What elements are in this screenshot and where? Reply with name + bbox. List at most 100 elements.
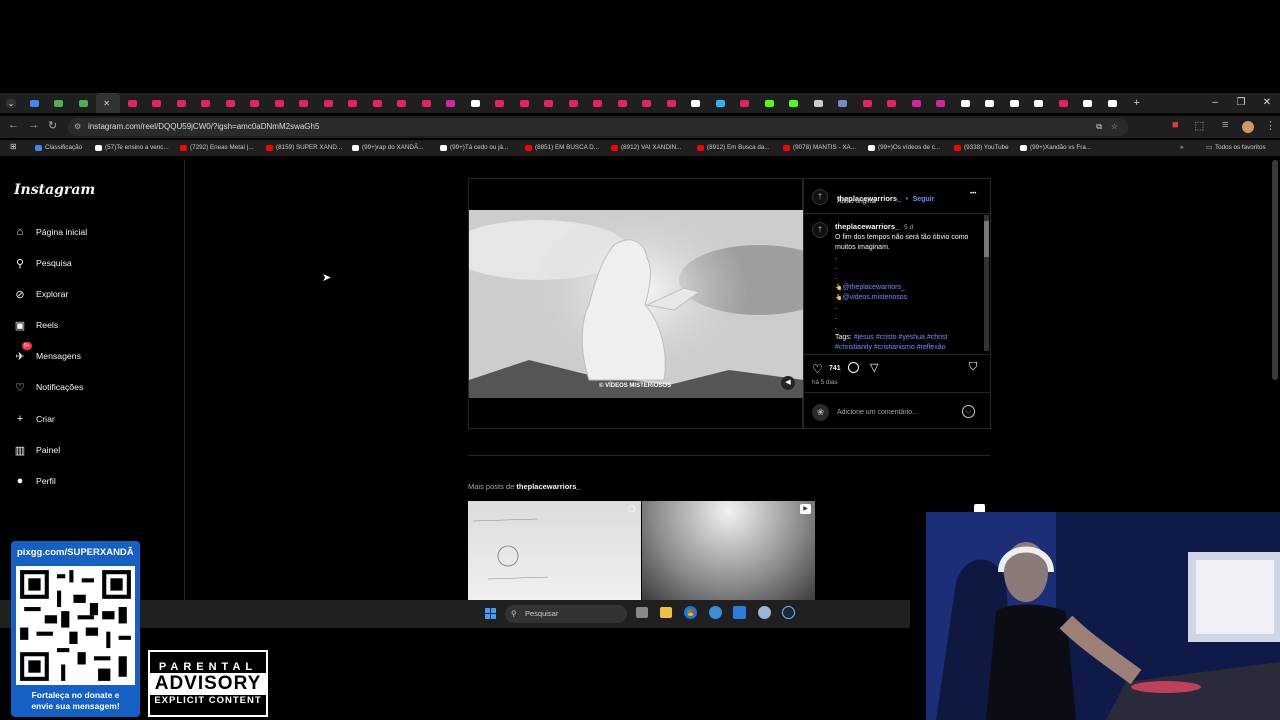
reel-video[interactable]: © VÍDEOS MISTERIOSOS ◀	[469, 210, 804, 398]
nav-item-heart[interactable]: ♡ Notificações	[13, 378, 83, 396]
apps-icon[interactable]: ⊞	[10, 142, 17, 151]
browser-tab[interactable]	[316, 93, 341, 113]
browser-tab[interactable]	[1051, 93, 1076, 113]
browser-tab[interactable]	[47, 93, 72, 113]
nav-item-avatar[interactable]: ● Perfil	[13, 472, 56, 490]
browser-tab[interactable]	[488, 93, 513, 113]
browser-tab[interactable]	[659, 93, 684, 113]
more-bookmarks-icon[interactable]: »	[1180, 144, 1184, 151]
app-icon[interactable]	[709, 606, 722, 619]
bookmark-item[interactable]: (99+)rap do XANDÃ...	[352, 144, 423, 151]
browser-tab[interactable]	[978, 93, 1003, 113]
browser-tab[interactable]	[635, 93, 660, 113]
browser-tab[interactable]	[880, 93, 905, 113]
more-posts-username[interactable]: theplacewarriors_	[516, 482, 580, 491]
more-options-icon[interactable]: •••	[970, 191, 976, 197]
browser-tab[interactable]	[610, 93, 635, 113]
bookmark-item[interactable]: (99+)Xandão vs Fra...	[1020, 144, 1091, 151]
bookmark-item[interactable]: Classificação	[35, 144, 82, 151]
browser-tab[interactable]	[292, 93, 317, 113]
caption-avatar[interactable]: †	[812, 222, 828, 238]
browser-tab[interactable]	[194, 93, 219, 113]
browser-tab[interactable]	[904, 93, 929, 113]
nav-item-messenger[interactable]: ✈ Mensagens 9+	[13, 342, 81, 365]
mention-link[interactable]: @videos.misteriosos	[842, 294, 907, 301]
bookmark-item[interactable]: (7292) Eneas Metal |...	[180, 144, 254, 151]
extensions-icon[interactable]: ⬚	[1194, 119, 1204, 132]
close-window-button[interactable]: ✕	[1254, 93, 1280, 113]
media-icon[interactable]: ≡	[1222, 119, 1228, 131]
minimize-button[interactable]: –	[1202, 93, 1228, 113]
browser-tab[interactable]	[169, 93, 194, 113]
bookmark-item[interactable]: (9338) YouTube	[954, 144, 1009, 151]
steam-icon[interactable]	[782, 606, 795, 619]
nav-item-home[interactable]: ⌂ Página inicial	[13, 223, 88, 241]
browser-tab[interactable]	[1076, 93, 1101, 113]
browser-tab[interactable]	[782, 93, 807, 113]
save-icon[interactable]: ⛉	[969, 361, 977, 374]
nav-item-compass[interactable]: ⊘ Explorar	[13, 285, 68, 303]
scrollbar-thumb[interactable]	[984, 221, 989, 257]
browser-tab[interactable]	[243, 93, 268, 113]
browser-tab[interactable]	[120, 93, 145, 113]
caption-username[interactable]: theplacewarriors_	[835, 222, 899, 231]
nav-item-search[interactable]: ⚲ Pesquisa	[13, 254, 72, 272]
site-info-icon[interactable]: ⚙	[74, 118, 81, 136]
browser-tab[interactable]	[439, 93, 464, 113]
settings-icon[interactable]	[758, 606, 771, 619]
post-thumbnail[interactable]: ▶	[642, 501, 815, 601]
all-bookmarks[interactable]: ▭ Todos os favoritos	[1206, 144, 1266, 151]
taskbar-search[interactable]: ⚲ Pesquisar	[505, 605, 627, 623]
browser-tab[interactable]	[145, 93, 170, 113]
app-icon[interactable]	[733, 606, 746, 619]
hashtags[interactable]: #jesus #cristo #yeshua #christ #christia…	[835, 334, 947, 351]
bookmark-star-icon[interactable]: ☆	[1111, 118, 1118, 136]
caption-scrollbar[interactable]	[984, 215, 989, 351]
emoji-icon[interactable]: ◡	[962, 405, 975, 418]
browser-tab[interactable]	[1027, 93, 1052, 113]
browser-tab[interactable]	[806, 93, 831, 113]
bookmark-item[interactable]: (99+)Tá cedo ou já...	[440, 144, 508, 151]
task-view-icon[interactable]	[636, 607, 648, 618]
new-tab-button[interactable]: +	[1125, 93, 1150, 113]
browser-tab[interactable]	[855, 93, 880, 113]
browser-tab[interactable]: ✕	[95, 93, 120, 113]
like-icon[interactable]: ♡	[812, 362, 823, 376]
like-count[interactable]: 741	[829, 365, 841, 372]
comment-input[interactable]: Adicione um comentário...	[837, 409, 918, 416]
browser-tab[interactable]	[267, 93, 292, 113]
browser-tab[interactable]	[757, 93, 782, 113]
browser-tab[interactable]	[71, 93, 96, 113]
bookmark-item[interactable]: (9078) MANTIS - XA...	[783, 144, 856, 151]
mention-link[interactable]: @theplacewarriors_	[842, 284, 904, 291]
author-avatar[interactable]: †	[812, 189, 828, 205]
extension-icon[interactable]: ■	[1172, 119, 1179, 131]
profile-avatar[interactable]	[1242, 121, 1254, 133]
nav-item-chart[interactable]: ▥ Painel	[13, 441, 60, 459]
bookmark-item[interactable]: (99+)Os vídeos de c...	[868, 144, 940, 151]
bookmark-item[interactable]: (57)Te ensino a venc...	[95, 144, 169, 151]
browser-tab[interactable]	[733, 93, 758, 113]
audio-label[interactable]: Áudio original	[837, 198, 876, 205]
bookmark-item[interactable]: (8912) Em Busca da...	[697, 144, 770, 151]
browser-tab[interactable]	[365, 93, 390, 113]
browser-tab[interactable]	[512, 93, 537, 113]
windows-start-icon[interactable]	[485, 608, 497, 620]
nav-item-plus[interactable]: + Criar	[13, 410, 55, 428]
menu-icon[interactable]: ⋮	[1265, 119, 1276, 132]
browser-tab[interactable]	[537, 93, 562, 113]
chrome-icon[interactable]	[684, 606, 697, 619]
browser-tab[interactable]	[586, 93, 611, 113]
bookmark-item[interactable]: (8912) VAI XANDIN...	[611, 144, 681, 151]
follow-button[interactable]: Seguir	[913, 196, 935, 203]
nav-item-reels[interactable]: ▣ Reels	[13, 316, 58, 334]
browser-tab[interactable]	[1100, 93, 1125, 113]
file-explorer-icon[interactable]	[660, 607, 672, 618]
browser-tab[interactable]	[929, 93, 954, 113]
browser-tab[interactable]	[831, 93, 856, 113]
browser-tab[interactable]	[684, 93, 709, 113]
browser-tab[interactable]	[218, 93, 243, 113]
forward-button[interactable]: →	[28, 119, 39, 131]
back-button[interactable]: ←	[8, 119, 19, 131]
browser-tab[interactable]	[414, 93, 439, 113]
